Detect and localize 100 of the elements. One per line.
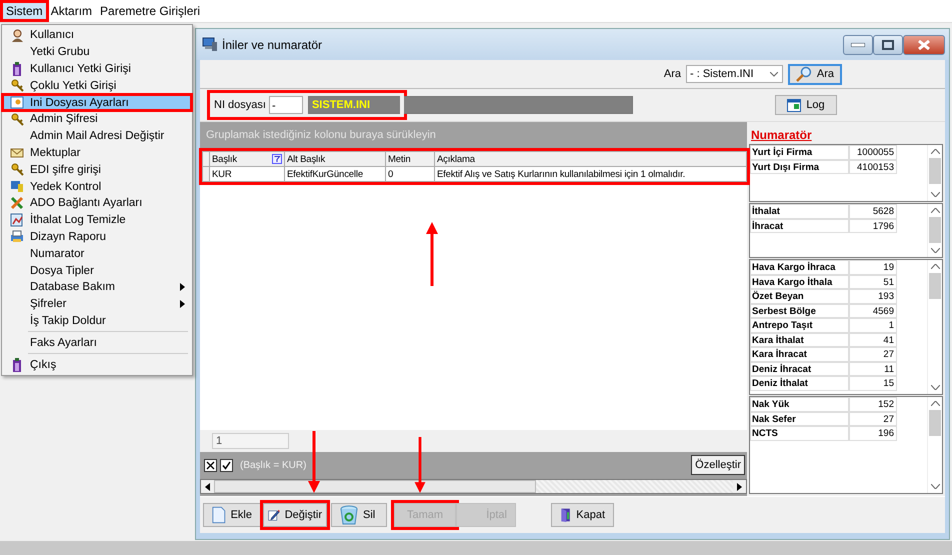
table-cell: KUR xyxy=(210,166,284,182)
counter-value: 41 xyxy=(849,332,897,347)
computer-icon xyxy=(202,37,218,52)
counter-name: Antrepo Taşıt xyxy=(750,318,849,332)
menu-item[interactable]: Dosya Tipler xyxy=(2,262,192,279)
filter-checkbox[interactable] xyxy=(220,458,233,472)
scrollbar-thumb[interactable] xyxy=(929,158,941,184)
settings-page-icon xyxy=(10,96,24,110)
minimize-icon xyxy=(851,43,865,47)
counter-value: 193 xyxy=(849,289,897,304)
counter-name: Yurt İçi Firma xyxy=(750,145,849,160)
menu-item[interactable]: Admin Mail Adresi Değiştir xyxy=(2,128,192,145)
horizontal-scrollbar[interactable] xyxy=(200,479,747,494)
counter-name: İhracat xyxy=(750,218,849,233)
log-button[interactable]: Log xyxy=(775,95,837,115)
counter-name: Özet Beyan xyxy=(750,289,849,304)
key-icon xyxy=(10,163,24,176)
scrollbar-thumb[interactable] xyxy=(929,273,941,299)
menu-item[interactable]: ADO Bağlantı Ayarları xyxy=(2,194,192,212)
scroll-up-icon xyxy=(930,401,940,406)
customize-button[interactable]: Özelleştir xyxy=(691,455,745,475)
menu-item[interactable]: İş Takip Doldur xyxy=(2,312,192,330)
counter-value: 1000055 xyxy=(849,145,897,160)
menu-item[interactable]: Database Bakım xyxy=(2,278,192,296)
counter-name: Nak Yük xyxy=(750,397,849,412)
search-icon xyxy=(796,66,812,82)
counter-name: Hava Kargo İhraca xyxy=(750,260,849,274)
column-header[interactable]: Metin xyxy=(386,152,434,166)
check-icon xyxy=(222,460,231,470)
table-cell: Efektif Alış ve Satış Kurlarının kullanılabilmesi için 1 olmalıdır. xyxy=(434,166,746,182)
clear-filter-button[interactable] xyxy=(204,458,217,472)
counter-value: 1 xyxy=(849,318,897,332)
person-icon xyxy=(10,28,24,42)
menu-item[interactable]: Kullanıcı Yetki Girişi xyxy=(2,60,192,78)
action-button[interactable]: Sil xyxy=(331,503,387,527)
counter-value: 196 xyxy=(849,426,897,440)
minimize-button[interactable] xyxy=(843,35,873,55)
menu-item[interactable]: EDI şifre girişi xyxy=(2,161,192,178)
vertical-scrollbar[interactable] xyxy=(927,145,942,201)
counter-value: 19 xyxy=(849,260,897,274)
key-icon xyxy=(10,79,24,92)
key-icon xyxy=(10,112,24,126)
menu-item[interactable]: Faks Ayarları xyxy=(2,334,192,352)
filter-text: (Başlık = KUR) xyxy=(240,460,308,470)
menu-item[interactable]: Mektuplar xyxy=(2,144,192,162)
search-label: Ara xyxy=(664,68,681,80)
menu-item[interactable]: Çıkış xyxy=(2,356,192,373)
counter-value: 15 xyxy=(849,376,897,390)
door-icon xyxy=(12,358,22,372)
scroll-right-icon xyxy=(737,482,742,490)
report-icon xyxy=(10,213,24,228)
counter-value: 27 xyxy=(849,412,897,426)
menu-item[interactable]: Yedek Kontrol xyxy=(2,178,192,195)
menu-item[interactable]: Numarator xyxy=(2,245,192,262)
maximize-icon xyxy=(882,40,894,50)
column-header[interactable]: Başlık xyxy=(210,152,284,166)
counter-value: 4569 xyxy=(849,304,897,318)
maximize-button[interactable] xyxy=(873,35,903,55)
close-icon xyxy=(918,40,930,50)
menu-bar-item[interactable]: Aktarım xyxy=(46,2,96,20)
vertical-scrollbar[interactable] xyxy=(927,260,942,394)
ini-code-field[interactable]: - xyxy=(268,96,303,114)
scroll-down-icon xyxy=(930,385,940,390)
menu-bar-item[interactable]: Paremetre Girişleri xyxy=(96,2,204,20)
vertical-scrollbar[interactable] xyxy=(927,204,942,257)
column-header[interactable]: Açıklama xyxy=(434,152,746,166)
search-combo[interactable]: - : Sistem.INI xyxy=(686,65,783,83)
counter-value: 1796 xyxy=(849,218,897,233)
menu-item[interactable]: Dizayn Raporu xyxy=(2,228,192,246)
counter-name: Deniz İhracat xyxy=(750,362,849,376)
scroll-up-icon xyxy=(930,149,940,154)
close-button[interactable] xyxy=(903,35,945,55)
counter-name: Yurt Dışı Firma xyxy=(750,160,849,174)
scrollbar-thumb[interactable] xyxy=(929,410,941,436)
search-button[interactable]: Ara xyxy=(788,64,842,84)
menu-item[interactable]: İthalat Log Temizle xyxy=(2,212,192,229)
column-header[interactable]: Alt Başlık xyxy=(284,152,386,166)
menu-item[interactable]: Yetki Grubu xyxy=(2,44,192,61)
action-button[interactable]: Kapat xyxy=(551,503,614,527)
table-cell: 0 xyxy=(386,166,434,182)
numarator-title: Numaratör xyxy=(750,127,813,144)
scrollbar-thumb[interactable] xyxy=(929,217,941,243)
action-button[interactable]: Ekle xyxy=(203,503,261,527)
counter-name: Serbest Bölge xyxy=(750,304,849,318)
menu-item[interactable]: Şifreler xyxy=(2,296,192,313)
menu-bar-item[interactable]: Sistem xyxy=(2,2,47,20)
vertical-scrollbar[interactable] xyxy=(927,397,942,493)
window-icon xyxy=(787,98,802,112)
ini-file-name: SISTEM.INI xyxy=(308,96,400,114)
menu-item[interactable]: Çoklu Yetki Girişi xyxy=(2,77,192,94)
filter-icon[interactable] xyxy=(272,154,282,164)
menu-item[interactable]: Admin Şifresi xyxy=(2,110,192,128)
counter-value: 152 xyxy=(849,397,897,412)
scrollbar-thumb[interactable] xyxy=(214,480,536,493)
scroll-up-icon xyxy=(930,264,940,269)
action-button[interactable]: Değiştir xyxy=(263,503,327,527)
ini-file-label: NI dosyası xyxy=(214,99,266,111)
close-icon xyxy=(206,460,215,470)
menu-item[interactable]: Kullanıcı xyxy=(2,27,192,44)
menu-item[interactable]: Ini Dosyası Ayarları xyxy=(2,94,192,111)
